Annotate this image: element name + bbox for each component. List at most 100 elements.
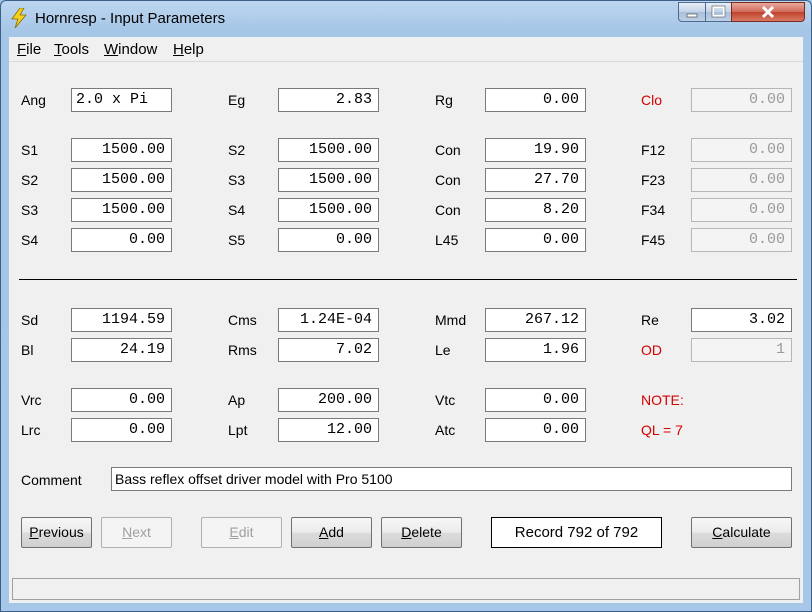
menu-tools-label: ools [61,41,90,58]
edit-mnemonic: E [229,524,239,540]
maximize-icon [711,5,726,18]
next-mnemonic: N [122,524,133,540]
menu-window-mnemonic: W [104,41,119,58]
menu-tools-mnemonic: T [54,41,62,58]
con1-field[interactable]: 19.90 [485,138,586,162]
s1-field[interactable]: 1500.00 [71,138,172,162]
previous-button[interactable]: Previous [21,517,92,548]
cms-label: Cms [228,312,257,328]
re-field[interactable]: 3.02 [691,308,792,332]
sd-label: Sd [21,312,39,328]
vrc-label: Vrc [21,392,42,408]
mmd-label: Mmd [435,312,467,328]
mmd-field[interactable]: 267.12 [485,308,586,332]
lrc-label: Lrc [21,422,41,438]
menu-bar: File Tools Window Help [9,37,803,62]
previous-label: revious [38,524,84,540]
rms-field[interactable]: 7.02 [278,338,379,362]
rms-label: Rms [228,342,257,358]
s4-label: S4 [21,232,39,248]
delete-button[interactable]: Delete [381,517,462,548]
minimize-button[interactable] [678,2,706,22]
s5-field[interactable]: 0.00 [278,228,379,252]
lpt-field[interactable]: 12.00 [278,418,379,442]
s4-label: S4 [228,202,246,218]
f12-field: 0.00 [691,138,792,162]
s3-field[interactable]: 1500.00 [278,168,379,192]
s2-field[interactable]: 1500.00 [71,168,172,192]
record-counter: Record 792 of 792 [491,517,662,548]
note-label: NOTE: [641,392,684,408]
le-field[interactable]: 1.96 [485,338,586,362]
vtc-label: Vtc [435,392,456,408]
bl-label: Bl [21,342,34,358]
s3-field[interactable]: 1500.00 [71,198,172,222]
menu-file-mnemonic: F [17,41,27,58]
minimize-icon [686,13,698,18]
od-field: 1 [691,338,792,362]
con2-field[interactable]: 27.70 [485,168,586,192]
s3-label: S3 [21,202,39,218]
sd-field[interactable]: 1194.59 [71,308,172,332]
lightning-icon [11,8,27,28]
menu-help[interactable]: Help [173,41,204,58]
add-button[interactable]: Add [291,517,372,548]
menu-window-label: indow [118,41,158,58]
con3-field[interactable]: 8.20 [485,198,586,222]
atc-field[interactable]: 0.00 [485,418,586,442]
menu-help-label: elp [183,41,204,58]
con-label: Con [435,202,461,218]
f23-label: F23 [641,172,666,188]
rg-field[interactable]: 0.00 [485,88,586,112]
add-mnemonic: A [319,524,329,540]
f34-label: F34 [641,202,666,218]
menu-file[interactable]: File [17,41,41,58]
menu-help-mnemonic: H [173,41,184,58]
s3-label: S3 [228,172,246,188]
input-parameters-panel: Ang 2.0 x Pi Eg 2.83 Rg 0.00 Clo 0.00 S1… [9,62,803,603]
add-label: dd [328,524,344,540]
vtc-field[interactable]: 0.00 [485,388,586,412]
f34-field: 0.00 [691,198,792,222]
s4-field[interactable]: 0.00 [71,228,172,252]
comment-field[interactable]: Bass reflex offset driver model with Pro… [111,467,792,491]
re-label: Re [641,312,659,328]
ap-label: Ap [228,392,246,408]
l45-field[interactable]: 0.00 [485,228,586,252]
delete-mnemonic: D [401,524,412,540]
f12-label: F12 [641,142,666,158]
maximize-button[interactable] [705,2,732,22]
next-button[interactable]: Next [101,517,172,548]
section-divider [19,279,797,280]
s4-field[interactable]: 1500.00 [278,198,379,222]
menu-window[interactable]: Window [104,41,157,58]
menu-tools[interactable]: Tools [54,41,89,58]
edit-button[interactable]: Edit [201,517,282,548]
delete-label: elete [411,524,442,540]
title-bar[interactable]: Hornresp - Input Parameters [1,1,811,35]
calculate-mnemonic: C [712,524,723,540]
edit-label: dit [238,524,254,540]
cms-field[interactable]: 1.24E-04 [278,308,379,332]
calculate-button[interactable]: Calculate [691,517,792,548]
s2-label: S2 [21,172,39,188]
comment-label: Comment [21,472,82,488]
s1-label: S1 [21,142,39,158]
le-label: Le [435,342,451,358]
window-title: Hornresp - Input Parameters [35,10,226,27]
vrc-field[interactable]: 0.00 [71,388,172,412]
previous-mnemonic: P [29,524,39,540]
clo-label: Clo [641,92,663,108]
status-bar [12,578,800,600]
ang-label: Ang [21,92,46,108]
close-button[interactable] [731,2,805,22]
bl-field[interactable]: 24.19 [71,338,172,362]
con-label: Con [435,172,461,188]
lrc-field[interactable]: 0.00 [71,418,172,442]
ap-field[interactable]: 200.00 [278,388,379,412]
atc-label: Atc [435,422,456,438]
f23-field: 0.00 [691,168,792,192]
eg-field[interactable]: 2.83 [278,88,379,112]
ang-field[interactable]: 2.0 x Pi [71,88,172,112]
s2-field[interactable]: 1500.00 [278,138,379,162]
